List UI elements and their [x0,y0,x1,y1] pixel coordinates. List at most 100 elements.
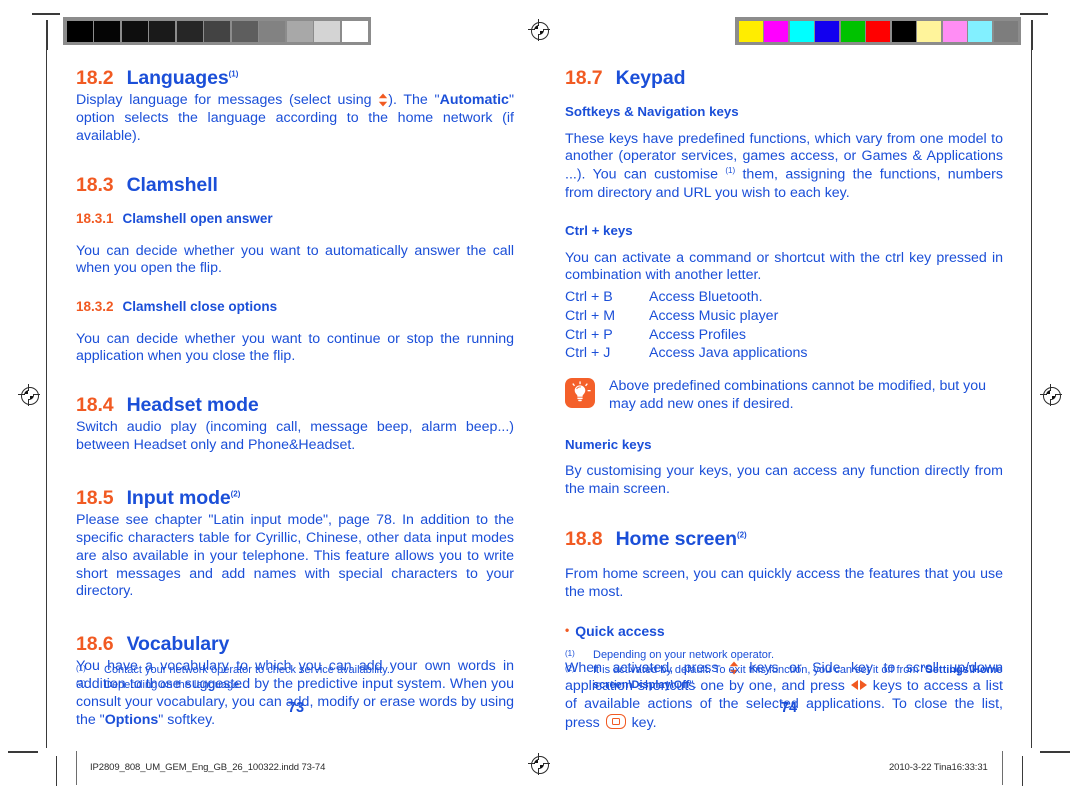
heading-18-2-title: Languages [126,67,229,89]
heading-ctrl-keys: Ctrl + keys [565,223,633,239]
paragraph-numeric-keys: By customising your keys, you can access… [565,462,1003,497]
color-patch-3 [815,20,839,42]
heading-18-7-title: Keypad [615,67,686,89]
footnote-text: It is activated by default. To exit this… [593,663,1013,693]
crop-mark-bottom-left-h [8,751,38,753]
crop-mark-bottom-right-v [1022,756,1024,786]
grayscale-patch-8 [286,20,313,42]
footnote-mark: (1) [76,664,86,673]
tip-text: Above predefined combinations cannot be … [609,378,987,412]
crop-mark-bottom-right-h [1040,751,1070,753]
paragraph-18-2: Display language for messages (select us… [76,92,514,145]
footnote-row: (1) Depending on your network operator. [565,648,1013,663]
heading-18-3-1: 18.3.1 Clamshell open answer [76,210,514,228]
heading-18-3-2-number: 18.3.2 [76,299,114,315]
color-patch-4 [840,20,865,42]
shortcut-action: Access Java applications [649,345,808,362]
heading-18-8-number: 18.8 [565,528,603,551]
paragraph-18-8: From home screen, you can quickly access… [565,565,1003,600]
shortcut-action: Access Music player [649,307,779,324]
footnote-bold-1: Settings\ [925,663,972,676]
heading-18-3-1-number: 18.3.1 [76,211,114,226]
grayscale-patch-9 [314,20,340,42]
shortcut-combo: Ctrl + M [565,307,616,324]
color-patch-0 [738,20,763,42]
heading-numeric-keys: Numeric keys [565,436,652,452]
color-patch-9 [968,20,992,42]
grayscale-patch-10 [341,20,368,42]
heading-18-3-1-title: Clamshell open answer [122,211,273,226]
para-18-2-part1: Display language for messages (select us… [76,92,379,109]
paragraph-18-5: Please see chapter "Latin input mode", p… [76,512,514,600]
paragraph-18-3-1: You can decide whether you want to autom… [76,242,514,277]
para-18-2-part2: ). The " [388,92,440,109]
footnote-text: Contact your network operator to check s… [104,664,390,676]
crop-mark-mid-right-v [1031,48,1033,748]
footnote-text-part2: ". [689,678,697,691]
paragraph-18-4: Switch audio play (incoming call, messag… [76,419,514,454]
heading-quick-access-label: Quick access [575,623,665,640]
page-number-left: 73 [287,700,305,716]
paragraph-18-3-2: You can decide whether you want to conti… [76,330,514,365]
crop-mark-top-left-v [46,20,48,50]
registration-target-top-center [528,19,550,41]
slug-filename: IP2809_808_UM_GEM_Eng_GB_26_100322.indd … [90,762,326,773]
footnote-row: (2) Depending on the language. [76,678,516,693]
grayscale-patch-4 [176,20,203,42]
heading-18-4: 18.4 Headset mode [76,393,514,417]
bullet-dot-icon: • [565,623,570,638]
heading-18-3: 18.3 Clamshell [76,173,514,197]
shortcut-row: Ctrl + B Access Bluetooth. [565,288,1003,307]
para-qa-part4: key. [627,714,657,731]
grayscale-patch-2 [121,20,148,42]
paragraph-ctrl-keys: You can activate a command or shortcut w… [565,249,1003,284]
footnote-mark: (2) [565,663,575,673]
grayscale-patch-3 [149,20,175,42]
color-patch-1 [764,20,788,42]
printed-page-spread: 18.2 Languages(1) Display language for me… [0,0,1080,798]
heading-18-5: 18.5 Input mode(2) [76,486,514,510]
heading-18-8: 18.8 Home screen(2) [565,527,1003,551]
color-calibration-bar [735,17,1021,45]
color-patch-7 [917,20,941,42]
heading-18-5-footnote-mark: (2) [230,489,241,499]
left-page-content: 18.2 Languages(1) Display language for me… [76,66,514,729]
shortcut-combo: Ctrl + B [565,289,613,306]
para-softkeys-footnote-mark: (1) [725,166,736,176]
grayscale-patch-6 [231,20,258,42]
color-patch-2 [789,20,814,42]
left-page-footnotes: (1) Contact your network operator to chec… [76,663,516,693]
shortcut-combo: Ctrl + J [565,345,611,362]
heading-18-4-number: 18.4 [76,394,114,417]
heading-18-8-footnote-mark: (2) [736,530,747,540]
registration-target-left-middle [18,384,40,406]
heading-18-3-number: 18.3 [76,173,114,196]
up-down-arrows-icon [378,93,388,107]
footnote-text-part1: It is activated by default. To exit this… [593,663,926,676]
heading-18-6-title: Vocabulary [126,633,230,656]
color-patch-8 [942,20,967,42]
heading-18-5-title: Input mode [126,486,231,509]
footnote-row: (1) Contact your network operator to chec… [76,663,516,678]
heading-quick-access: • Quick access [565,622,1003,640]
heading-18-3-2: 18.3.2 Clamshell close options [76,298,514,316]
crop-mark-mid-left-v [46,48,48,748]
heading-18-8-title: Home screen [615,528,737,551]
heading-18-5-number: 18.5 [76,486,114,509]
heading-18-3-2-title: Clamshell close options [122,299,278,315]
heading-softkeys-navigation-keys: Softkeys & Navigation keys [565,104,739,120]
lightbulb-icon [565,378,595,409]
right-page-content: 18.7 Keypad Softkeys & Navigation keys Th… [565,66,1003,732]
footnote-mark: (1) [565,649,575,658]
shortcut-row: Ctrl + J Access Java applications [565,344,1003,363]
crop-mark-top-left-h [32,13,60,15]
tip-callout: Above predefined combinations cannot be … [565,377,1003,414]
footnote-row: (2) It is activated by default. To exit … [565,663,1013,693]
ctrl-shortcut-list: Ctrl + B Access Bluetooth. Ctrl + M Access … [565,288,1003,363]
grayscale-patch-1 [94,20,120,42]
footnote-mark: (2) [76,678,86,688]
crop-mark-bottom-left-v [56,756,58,786]
slug-timestamp: 2010-3-22 Tina16:33:31 [889,762,988,773]
heading-18-4-title: Headset mode [126,394,259,417]
heading-18-3-title: Clamshell [126,173,218,196]
